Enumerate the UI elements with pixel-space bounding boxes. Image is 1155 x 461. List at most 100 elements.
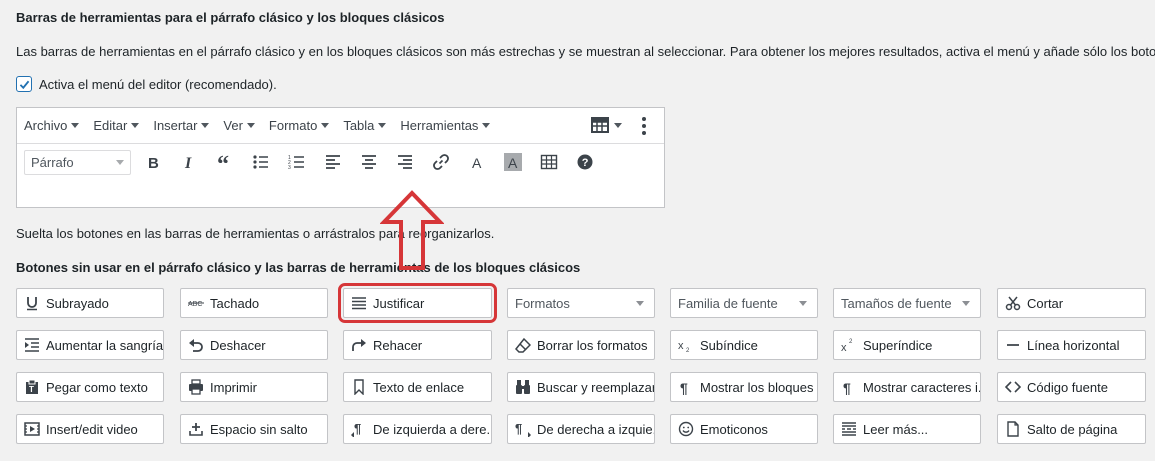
unused-buttons-heading: Botones sin usar en el párrafo clásico y… — [16, 260, 581, 275]
menu-formato[interactable]: Formato — [269, 118, 330, 133]
more-options-icon[interactable] — [641, 116, 647, 139]
format-select-value: Párrafo — [31, 154, 74, 170]
enable-menu-option[interactable]: Activa el menú del editor (recomendado). — [16, 76, 277, 92]
numbered-list-button[interactable]: 123 — [283, 148, 311, 176]
align-right-button[interactable] — [391, 148, 419, 176]
button-salto-de-pagina[interactable]: Salto de página — [997, 414, 1146, 444]
link-icon — [433, 154, 449, 170]
pilcrow-icon: ¶ — [678, 379, 694, 395]
menu-insertar[interactable]: Insertar — [153, 118, 210, 133]
menu-herramientas[interactable]: Herramientas — [400, 118, 491, 133]
bold-button[interactable]: B — [139, 148, 167, 176]
background-color-icon: A — [504, 153, 522, 171]
chevron-down-icon — [131, 123, 140, 128]
align-center-button[interactable] — [355, 148, 383, 176]
button-pegar-como-texto[interactable]: T Pegar como texto — [16, 372, 164, 402]
button-texto-de-enlace[interactable]: Texto de enlace — [343, 372, 492, 402]
table-grid-icon — [591, 117, 609, 133]
horizontal-line-icon — [1005, 337, 1021, 353]
justify-icon — [351, 295, 367, 311]
button-codigo-fuente[interactable]: Código fuente — [997, 372, 1146, 402]
section-heading: Barras de herramientas para el párrafo c… — [16, 10, 445, 25]
paragraph-format-select[interactable]: Párrafo — [24, 149, 131, 175]
button-mostrar-caracteres[interactable]: ¶ Mostrar caracteres i... — [833, 372, 981, 402]
svg-text:A: A — [472, 155, 482, 171]
chevron-down-icon — [962, 300, 970, 306]
menu-ver[interactable]: Ver — [223, 118, 255, 133]
button-rehacer[interactable]: Rehacer — [343, 330, 492, 360]
select-formatos[interactable]: Formatos — [507, 288, 655, 318]
numbered-list-icon: 123 — [288, 155, 304, 171]
button-emoticonos[interactable]: Emoticonos — [670, 414, 818, 444]
undo-icon — [188, 337, 204, 353]
strikethrough-icon: ABC — [188, 295, 204, 311]
button-mostrar-bloques[interactable]: ¶ Mostrar los bloques — [670, 372, 818, 402]
button-justificar[interactable]: Justificar — [338, 283, 497, 323]
toolbar-toggle-button[interactable] — [591, 117, 622, 133]
italic-button[interactable]: I — [175, 148, 203, 176]
button-subindice[interactable]: x2 Subíndice — [670, 330, 818, 360]
enable-menu-label: Activa el menú del editor (recomendado). — [39, 76, 277, 92]
svg-text:2: 2 — [686, 348, 690, 353]
svg-text:“: “ — [217, 153, 229, 171]
svg-text:T: T — [29, 385, 34, 394]
editor-toolbar: Párrafo B I “ 123 A A ? — [17, 144, 664, 180]
select-tamanos-de-fuente[interactable]: Tamaños de fuente — [833, 288, 981, 318]
button-derecha-a-izquierda[interactable]: ¶ De derecha a izquie... — [507, 414, 655, 444]
align-center-icon — [362, 155, 376, 169]
button-deshacer[interactable]: Deshacer — [180, 330, 328, 360]
button-imprimir[interactable]: Imprimir — [180, 372, 328, 402]
button-cortar[interactable]: Cortar — [997, 288, 1146, 318]
enable-menu-checkbox[interactable] — [16, 76, 32, 92]
menu-archivo[interactable]: Archivo — [24, 118, 80, 133]
table-button[interactable] — [535, 148, 563, 176]
button-tachado[interactable]: ABC Tachado — [180, 288, 328, 318]
chevron-down-icon — [378, 123, 387, 128]
button-borrar-formatos[interactable]: Borrar los formatos — [507, 330, 655, 360]
chevron-down-icon — [246, 123, 255, 128]
underline-icon — [24, 295, 40, 311]
menu-tabla[interactable]: Tabla — [343, 118, 387, 133]
check-icon — [19, 80, 29, 89]
button-insert-edit-video[interactable]: Insert/edit video — [16, 414, 164, 444]
button-izquierda-a-derecha[interactable]: ¶ De izquierda a dere... — [343, 414, 492, 444]
svg-text:¶: ¶ — [515, 421, 522, 436]
svg-text:x: x — [678, 340, 684, 352]
button-linea-horizontal[interactable]: Línea horizontal — [997, 330, 1146, 360]
chevron-down-icon — [321, 123, 330, 128]
bold-icon: B — [148, 155, 159, 171]
smiley-icon — [678, 421, 694, 437]
bookmark-icon — [351, 379, 367, 395]
video-icon — [24, 421, 40, 437]
paste-text-icon: T — [24, 379, 40, 395]
ltr-icon: ¶ — [351, 421, 367, 437]
subscript-icon: x2 — [678, 337, 694, 353]
help-button[interactable]: ? — [571, 148, 599, 176]
button-superindice[interactable]: x2 Superíndice — [833, 330, 981, 360]
svg-text:ABC: ABC — [188, 301, 202, 308]
svg-text:?: ? — [582, 157, 589, 169]
up-arrow-icon — [380, 190, 444, 270]
svg-text:I: I — [184, 155, 192, 171]
blockquote-button[interactable]: “ — [211, 148, 239, 176]
button-subrayado[interactable]: Subrayado — [16, 288, 164, 318]
background-color-button[interactable]: A — [499, 148, 527, 176]
chevron-down-icon — [482, 123, 491, 128]
menu-editar[interactable]: Editar — [93, 118, 140, 133]
text-color-button[interactable]: A — [463, 148, 491, 176]
editor-preview: Archivo Editar Insertar Ver Formato Tabl… — [16, 107, 665, 208]
superscript-icon: x2 — [841, 337, 857, 353]
bullet-list-button[interactable] — [247, 148, 275, 176]
link-button[interactable] — [427, 148, 455, 176]
svg-text:¶: ¶ — [680, 380, 688, 395]
align-right-icon — [398, 155, 412, 169]
print-icon — [188, 379, 204, 395]
svg-text:3: 3 — [288, 165, 291, 171]
help-icon: ? — [577, 154, 593, 170]
button-aumentar-sangria[interactable]: Aumentar la sangría — [16, 330, 164, 360]
button-leer-mas[interactable]: Leer más... — [833, 414, 981, 444]
select-familia-de-fuente[interactable]: Familia de fuente — [670, 288, 818, 318]
button-buscar-reemplazar[interactable]: Buscar y reemplazar — [507, 372, 655, 402]
button-espacio-sin-salto[interactable]: Espacio sin salto — [180, 414, 328, 444]
align-left-button[interactable] — [319, 148, 347, 176]
